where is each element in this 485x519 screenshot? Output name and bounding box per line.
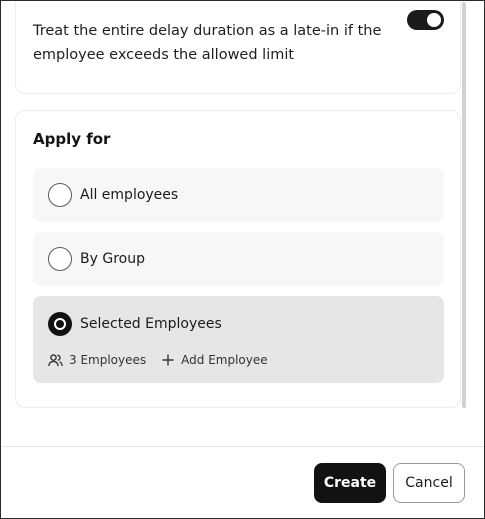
footer-divider	[2, 446, 484, 447]
radio-by-group[interactable]	[48, 247, 72, 271]
create-rule-dialog: Treat the entire delay duration as a lat…	[0, 0, 485, 519]
radio-all-employees[interactable]	[48, 183, 72, 207]
option-label: Selected Employees	[80, 316, 222, 332]
scrollbar[interactable]	[462, 2, 466, 408]
radio-selected-employees[interactable]	[48, 312, 72, 336]
option-all-employees[interactable]: All employees	[33, 168, 444, 222]
option-label: By Group	[80, 251, 145, 267]
users-icon	[48, 353, 63, 367]
dialog-scroll-area: Treat the entire delay duration as a lat…	[2, 2, 484, 446]
create-button[interactable]: Create	[314, 463, 386, 503]
toggle-knob	[427, 13, 441, 27]
plus-icon	[162, 354, 174, 366]
apply-for-card: Apply for All employees By Group Selecte…	[15, 110, 461, 408]
option-by-group[interactable]: By Group	[33, 232, 444, 286]
selected-employees-row: 3 Employees Add Employee	[48, 351, 268, 369]
cancel-button[interactable]: Cancel	[393, 463, 465, 503]
option-label: All employees	[80, 187, 179, 203]
add-employee-label: Add Employee	[181, 353, 268, 367]
late-in-card: Treat the entire delay duration as a lat…	[15, 2, 461, 94]
add-employee-button[interactable]: Add Employee	[162, 353, 268, 367]
late-in-toggle[interactable]	[407, 10, 444, 30]
employees-count[interactable]: 3 Employees	[69, 353, 146, 367]
option-selected-employees[interactable]: Selected Employees 3 Employees Add Emplo…	[33, 296, 444, 383]
late-in-description: Treat the entire delay duration as a lat…	[33, 23, 382, 63]
apply-for-title: Apply for	[33, 130, 111, 148]
